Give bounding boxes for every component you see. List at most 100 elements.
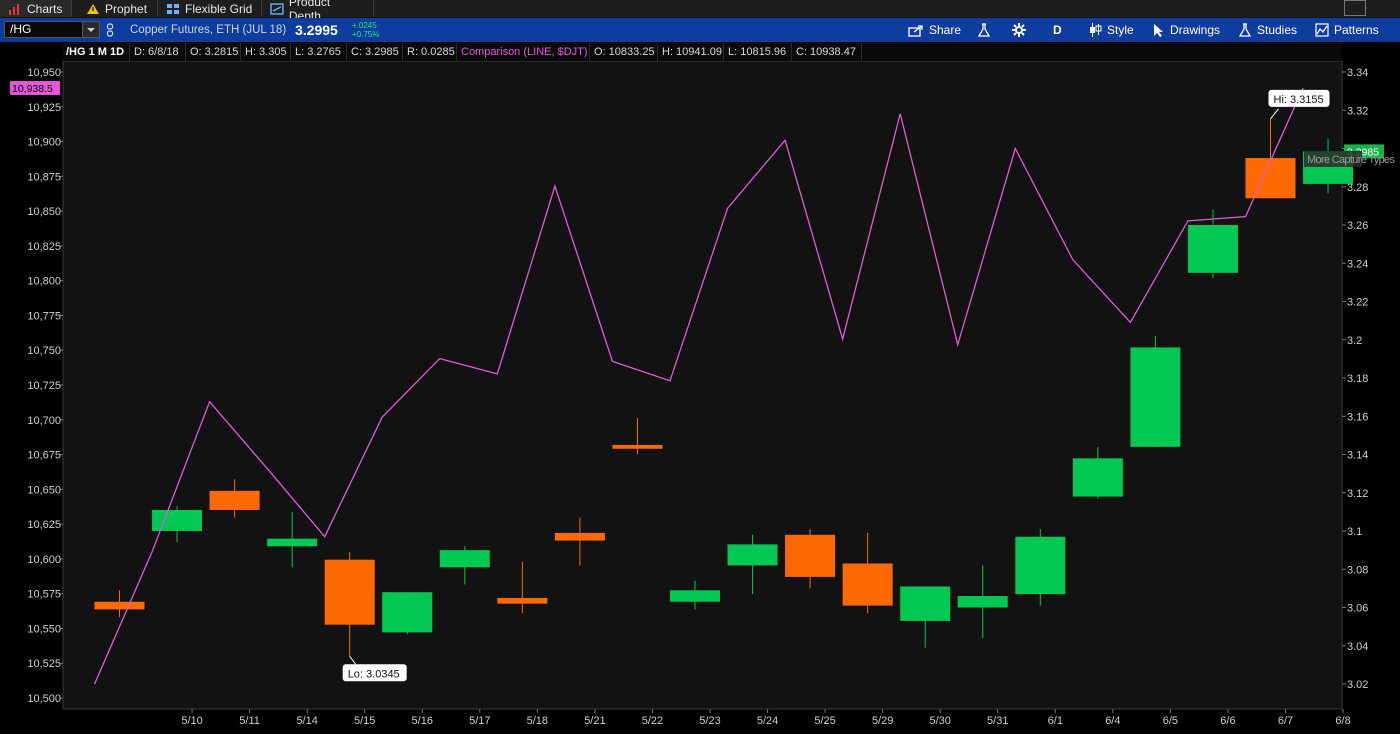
warning-triangle-icon <box>87 3 99 14</box>
candle-body[interactable] <box>957 596 1008 608</box>
symbol-selector[interactable]: /HG <box>4 21 100 38</box>
candle-body[interactable] <box>152 509 203 531</box>
candle-body[interactable] <box>1015 536 1066 595</box>
right-axis-tick-label: 3.02 <box>1347 679 1368 691</box>
tab-prophet[interactable]: Prophet <box>78 0 158 17</box>
right-axis-tick-label: 3.1 <box>1347 526 1362 538</box>
price-change: +.0245 +0.75% <box>352 21 379 39</box>
tab-label: Charts <box>27 1 63 16</box>
comparison-label[interactable]: Comparison (LINE, $DJT) <box>457 43 590 61</box>
link-icon[interactable] <box>106 23 114 37</box>
candle-body[interactable] <box>1245 158 1296 199</box>
tab-label: Prophet <box>105 1 148 16</box>
chart-info-bar: /HG 1 M 1D D: 6/8/18 O: 3.2815 H: 3.305 … <box>62 43 1342 61</box>
comparison-value-text: 10,938.5 <box>12 83 53 95</box>
candle-body[interactable] <box>1072 458 1123 497</box>
lo-annotation-text: Lo: 3.0345 <box>348 668 400 680</box>
x-axis-tick-label: 5/30 <box>929 715 950 727</box>
left-axis-tick-label: 10,675 <box>27 450 61 462</box>
left-axis-tick-label: 10,850 <box>27 206 61 218</box>
x-axis-tick-label: 5/10 <box>181 715 202 727</box>
x-axis-tick-label: 5/29 <box>872 715 893 727</box>
studies-button[interactable]: Studies <box>1238 18 1297 42</box>
comparison-high: H: 10941.09 <box>658 43 724 61</box>
candle-body[interactable] <box>900 586 951 621</box>
left-axis-tick-label: 10,725 <box>27 380 61 392</box>
chart-canvas[interactable]: 10,500 10,525 10,550 10,575 10,600 10,625 10,6… <box>0 60 1400 729</box>
share-button[interactable]: Share <box>908 18 961 42</box>
left-axis-tick-label: 10,500 <box>27 693 61 705</box>
candle-body[interactable] <box>324 559 375 625</box>
bar-chart-icon <box>9 3 19 15</box>
bar-high: H: 3.305 <box>241 43 291 61</box>
pattern-icon <box>1315 23 1329 37</box>
candle-body[interactable] <box>612 444 663 449</box>
x-axis-tick-label: 5/18 <box>527 715 548 727</box>
style-label: Style <box>1107 23 1134 37</box>
candle-style-icon <box>1090 23 1102 37</box>
right-axis-tick-label: 3.16 <box>1347 411 1368 423</box>
left-axis-tick-label: 10,875 <box>27 171 61 183</box>
x-axis-tick-label: 6/4 <box>1105 715 1120 727</box>
x-axis-tick-label: 5/22 <box>642 715 663 727</box>
candle-body[interactable] <box>497 597 548 604</box>
x-axis-tick-label: 5/15 <box>354 715 375 727</box>
candle-body[interactable] <box>382 592 433 633</box>
style-button[interactable]: Style <box>1089 18 1134 42</box>
candle-body[interactable] <box>727 544 778 566</box>
flask-icon[interactable] <box>977 23 991 37</box>
left-axis-tick-label: 10,750 <box>27 345 61 357</box>
left-axis-tick-label: 10,550 <box>27 623 61 635</box>
candle-body[interactable] <box>842 563 893 606</box>
symbol-description: Copper Futures, ETH (JUL 18) <box>130 24 287 36</box>
x-axis-tick-label: 5/31 <box>987 715 1008 727</box>
bar-date: D: 6/8/18 <box>130 43 186 61</box>
studies-label: Studies <box>1257 23 1298 37</box>
x-axis-tick-label: 5/14 <box>296 715 317 727</box>
candle-body[interactable] <box>670 590 720 602</box>
right-axis-tick-label: 3.04 <box>1347 641 1368 653</box>
price-chart[interactable]: 10,500 10,525 10,550 10,575 10,600 10,625 10,6… <box>0 60 1400 729</box>
x-axis-tick-label: 6/8 <box>1335 715 1350 727</box>
candle-body[interactable] <box>1187 225 1238 273</box>
candle-body[interactable] <box>554 532 605 541</box>
x-axis-tick-label: 5/23 <box>699 715 720 727</box>
right-axis-tick-label: 3.34 <box>1347 67 1368 79</box>
comparison-open: O: 10833.25 <box>590 43 658 61</box>
workspace-tab-bar: Charts Prophet Flexible Grid Product Dep… <box>0 0 1400 23</box>
patterns-button[interactable]: Patterns <box>1315 18 1379 42</box>
depth-icon <box>270 2 284 15</box>
candle-body[interactable] <box>209 490 260 510</box>
window-restore-button[interactable] <box>1344 0 1366 16</box>
tab-charts[interactable]: Charts <box>0 0 72 17</box>
left-axis-tick-label: 10,950 <box>27 67 61 79</box>
x-axis-tick-label: 5/16 <box>412 715 433 727</box>
bar-range: R: 0.0285 <box>403 43 457 61</box>
share-icon <box>908 24 923 37</box>
candle-body[interactable] <box>785 534 836 577</box>
right-axis-tick-label: 3.18 <box>1347 373 1368 385</box>
bar-close: C: 3.2985 <box>347 43 403 61</box>
tab-product-depth[interactable]: Product Depth <box>262 0 374 23</box>
candle-body[interactable] <box>267 538 318 547</box>
candle-body[interactable] <box>439 550 490 568</box>
left-axis-tick-label: 10,800 <box>27 276 61 288</box>
aggregation-button[interactable]: D <box>1053 18 1062 42</box>
x-axis-tick-label: 5/17 <box>469 715 490 727</box>
right-axis-tick-label: 3.12 <box>1347 488 1368 500</box>
right-axis-tick-label: 3.22 <box>1347 297 1368 309</box>
gear-icon[interactable] <box>1012 23 1026 37</box>
candle-body[interactable] <box>94 601 145 610</box>
tab-flexible-grid[interactable]: Flexible Grid <box>158 0 262 17</box>
comparison-close: C: 10938.47 <box>792 43 862 61</box>
x-axis-tick-label: 6/6 <box>1220 715 1235 727</box>
drawings-button[interactable]: Drawings <box>1152 18 1220 42</box>
right-axis-tick-label: 3.24 <box>1347 258 1368 270</box>
x-axis-tick-label: 6/1 <box>1048 715 1063 727</box>
x-axis-tick-label: 5/21 <box>584 715 605 727</box>
chart-title: /HG 1 M 1D <box>62 43 130 61</box>
flask-icon <box>1238 23 1252 37</box>
chevron-down-icon[interactable] <box>82 22 99 37</box>
right-axis-tick-label: 3.2 <box>1347 335 1362 347</box>
candle-body[interactable] <box>1130 347 1181 447</box>
